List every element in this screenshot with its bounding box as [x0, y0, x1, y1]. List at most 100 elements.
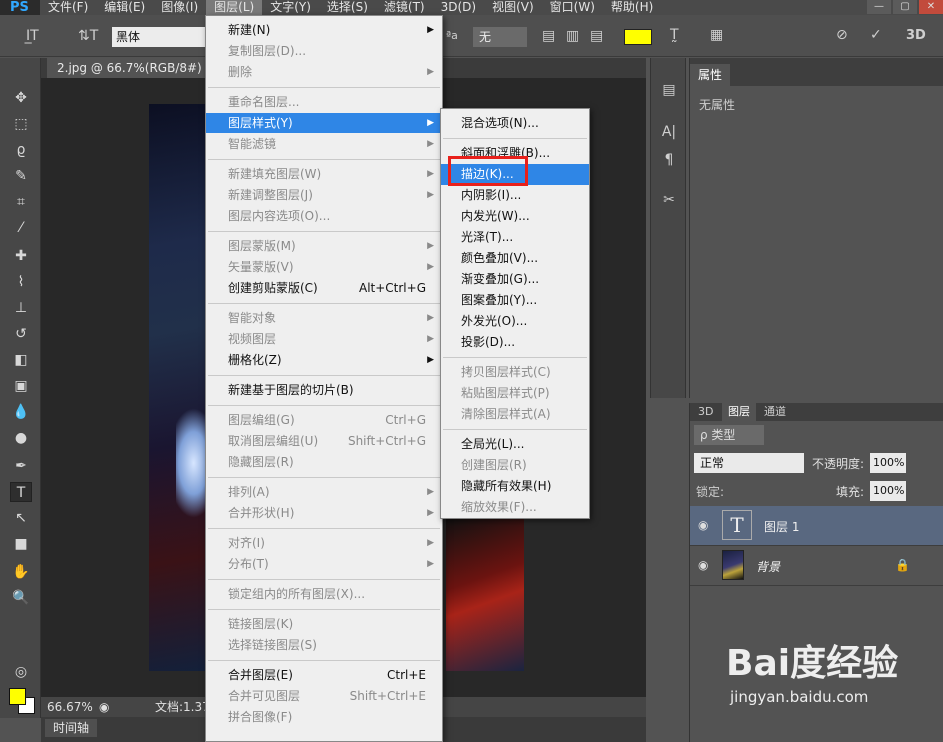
layer-menu-item[interactable]: 选择链接图层(S): [206, 635, 442, 655]
minimize-button[interactable]: —: [867, 0, 891, 14]
brush-tool-icon[interactable]: ⌇: [10, 272, 32, 292]
maximize-button[interactable]: ▢: [893, 0, 917, 14]
layer-menu-item[interactable]: 新建(N) ▶: [206, 20, 442, 40]
layer-menu-item[interactable]: 图层编组(G) Ctrl+G: [206, 410, 442, 430]
menu-type[interactable]: 文字(Y): [262, 0, 319, 15]
layer-menu-item[interactable]: 合并形状(H) ▶: [206, 503, 442, 523]
layer-menu-item[interactable]: 分布(T) ▶: [206, 554, 442, 574]
layer-style-menu-item[interactable]: 渐变叠加(G)...: [441, 269, 589, 290]
menu-filter[interactable]: 滤镜(T): [376, 0, 433, 15]
tab-timeline[interactable]: 时间轴: [45, 719, 98, 737]
rectangle-tool-icon[interactable]: ■: [10, 534, 32, 554]
layer-menu-item[interactable]: 新建填充图层(W) ▶: [206, 164, 442, 184]
fill-input[interactable]: 100%: [870, 481, 906, 501]
layer-menu-item[interactable]: 矢量蒙版(V) ▶: [206, 257, 442, 277]
zoom-tool-icon[interactable]: 🔍: [10, 588, 32, 608]
tab-layers[interactable]: 图层: [722, 403, 756, 421]
lasso-tool-icon[interactable]: ϱ: [10, 140, 32, 160]
hand-tool-icon[interactable]: ✋: [10, 562, 32, 582]
menu-file[interactable]: 文件(F): [40, 0, 96, 15]
layer-menu-item[interactable]: 拼合图像(F): [206, 707, 442, 727]
layer-style-menu-item[interactable]: 隐藏所有效果(H): [441, 476, 589, 497]
character-panel-icon[interactable]: ▦: [710, 27, 723, 43]
layer-menu-item[interactable]: 排列(A) ▶: [206, 482, 442, 502]
layer-style-menu-item[interactable]: 混合选项(N)...: [441, 113, 589, 134]
opacity-input[interactable]: 100%: [870, 453, 906, 473]
layer-menu-item[interactable]: 合并图层(E) Ctrl+E: [206, 665, 442, 685]
layer-menu-item[interactable]: 智能滤镜 ▶: [206, 134, 442, 154]
layer-menu-item[interactable]: 新建调整图层(J) ▶: [206, 185, 442, 205]
layer-style-menu-item[interactable]: 投影(D)...: [441, 332, 589, 353]
menu-edit[interactable]: 编辑(E): [96, 0, 153, 15]
status-menu-icon[interactable]: ◉: [99, 697, 109, 717]
layer-row-background[interactable]: ◉ 背景 🔒: [690, 546, 943, 586]
layer-menu-item[interactable]: 隐藏图层(R): [206, 452, 442, 472]
document-tab[interactable]: 2.jpg @ 66.7%(RGB/8#) ×: [47, 58, 232, 78]
layer-style-menu-item[interactable]: 全局光(L)...: [441, 434, 589, 455]
type-tool-icon[interactable]: T: [10, 482, 32, 502]
layer-style-menu-item[interactable]: 缩放效果(F)...: [441, 497, 589, 518]
menu-help[interactable]: 帮助(H): [603, 0, 661, 15]
menu-select[interactable]: 选择(S): [319, 0, 376, 15]
layer-filter-select[interactable]: ρ 类型: [694, 425, 764, 445]
text-orientation-icon[interactable]: ⇅T: [78, 28, 98, 44]
layer-style-menu-item[interactable]: 粘贴图层样式(P): [441, 383, 589, 404]
commit-icon[interactable]: ✓: [870, 27, 882, 43]
layer-menu-item[interactable]: 复制图层(D)...: [206, 41, 442, 61]
layer-style-menu-item[interactable]: 创建图层(R): [441, 455, 589, 476]
foreground-color-swatch[interactable]: [9, 688, 26, 705]
layer-row-text[interactable]: ◉ T 图层 1: [690, 506, 943, 546]
tab-channels[interactable]: 通道: [758, 403, 792, 421]
antialias-select[interactable]: 无: [473, 27, 527, 47]
layer-menu-item[interactable]: 图层样式(Y) ▶: [206, 113, 442, 133]
layer-menu-item[interactable]: 智能对象 ▶: [206, 308, 442, 328]
layer-style-menu-item[interactable]: 拷贝图层样式(C): [441, 362, 589, 383]
layer-menu-item[interactable]: 删除 ▶: [206, 62, 442, 82]
zoom-level[interactable]: 66.67%: [47, 697, 93, 717]
quick-mask-icon[interactable]: ◎: [10, 662, 32, 682]
quick-select-tool-icon[interactable]: ✎: [10, 166, 32, 186]
history-brush-tool-icon[interactable]: ↺: [10, 324, 32, 344]
eyedropper-tool-icon[interactable]: ⁄: [10, 218, 32, 238]
clone-stamp-tool-icon[interactable]: ⊥: [10, 298, 32, 318]
3d-mode-icon[interactable]: 3D: [906, 28, 926, 43]
layer-menu-item[interactable]: 栅格化(Z) ▶: [206, 350, 442, 370]
font-family-select[interactable]: 黑体: [112, 27, 207, 47]
layer-style-menu-item[interactable]: 光泽(T)...: [441, 227, 589, 248]
layer-menu-item[interactable]: 新建基于图层的切片(B): [206, 380, 442, 400]
align-left-icon[interactable]: ▤: [542, 28, 555, 44]
align-right-icon[interactable]: ▤: [590, 28, 603, 44]
layer-name[interactable]: 背景: [756, 558, 780, 575]
layer-menu-item[interactable]: 创建剪贴蒙版(C) Alt+Ctrl+G: [206, 278, 442, 298]
history-icon[interactable]: ▤: [659, 80, 679, 100]
close-button[interactable]: ✕: [919, 0, 943, 14]
dodge-tool-icon[interactable]: ●: [10, 428, 32, 448]
healing-brush-tool-icon[interactable]: ✚: [10, 246, 32, 266]
layer-style-menu-item[interactable]: 内发光(W)...: [441, 206, 589, 227]
eraser-tool-icon[interactable]: ◧: [10, 350, 32, 370]
blend-mode-select[interactable]: 正常: [694, 453, 804, 473]
blur-tool-icon[interactable]: 💧: [10, 402, 32, 422]
layer-style-menu-item[interactable]: 内阴影(I)...: [441, 185, 589, 206]
layer-menu-item[interactable]: 合并可见图层 Shift+Ctrl+E: [206, 686, 442, 706]
cancel-icon[interactable]: ⊘: [836, 27, 848, 43]
layer-style-menu-item[interactable]: 颜色叠加(V)...: [441, 248, 589, 269]
tab-properties[interactable]: 属性: [690, 64, 731, 86]
marquee-tool-icon[interactable]: ⬚: [10, 114, 32, 134]
path-selection-tool-icon[interactable]: ↖: [10, 508, 32, 528]
layer-name[interactable]: 图层 1: [764, 518, 799, 535]
crop-tool-icon[interactable]: ⌗: [10, 192, 32, 212]
layer-style-menu-item[interactable]: 外发光(O)...: [441, 311, 589, 332]
gradient-tool-icon[interactable]: ▣: [10, 376, 32, 396]
layer-menu-item[interactable]: 重命名图层...: [206, 92, 442, 112]
layer-menu-item[interactable]: 对齐(I) ▶: [206, 533, 442, 553]
layer-menu-item[interactable]: 图层蒙版(M) ▶: [206, 236, 442, 256]
layer-menu-item[interactable]: 视频图层 ▶: [206, 329, 442, 349]
layer-style-menu-item[interactable]: 图案叠加(Y)...: [441, 290, 589, 311]
menu-view[interactable]: 视图(V): [484, 0, 542, 15]
layer-menu-item[interactable]: 取消图层编组(U) Shift+Ctrl+G: [206, 431, 442, 451]
menu-window[interactable]: 窗口(W): [542, 0, 603, 15]
menu-3d[interactable]: 3D(D): [433, 0, 484, 15]
layer-menu-item[interactable]: 链接图层(K): [206, 614, 442, 634]
text-color-swatch[interactable]: [624, 29, 652, 45]
